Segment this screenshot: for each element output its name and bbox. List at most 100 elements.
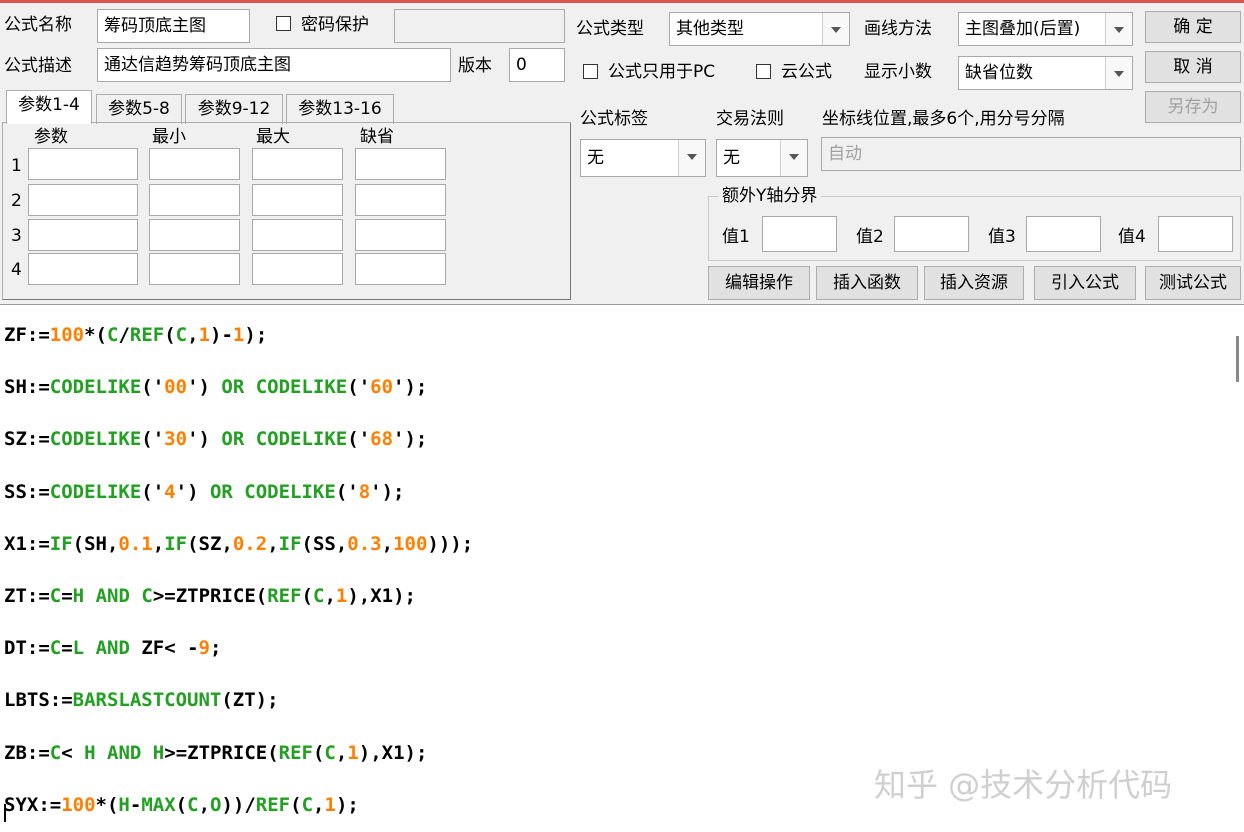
y-value-2-input[interactable] — [894, 216, 969, 252]
param-max-input[interactable] — [252, 219, 343, 251]
param-min-input[interactable] — [149, 253, 240, 285]
code-token: )- — [210, 324, 233, 346]
param-row-number: 1 — [11, 156, 22, 176]
test-formula-button[interactable]: 测试公式 — [1145, 266, 1241, 300]
code-token: REF — [267, 584, 302, 607]
tab-params-1-4[interactable]: 参数1-4 — [6, 90, 92, 124]
param-name-input[interactable] — [28, 148, 138, 180]
code-line[interactable]: SZ:=CODELIKE('30') OR CODELIKE('68'); — [4, 413, 473, 465]
chevron-down-icon[interactable] — [780, 140, 807, 176]
code-token: ZF:= — [4, 324, 50, 346]
code-line[interactable]: ZF:=100*(C/REF(C,1)-1); — [4, 309, 473, 361]
decimals-select[interactable]: 缺省位数 — [958, 56, 1133, 90]
code-token: C — [106, 324, 119, 346]
y-value-3-input[interactable] — [1026, 216, 1101, 252]
param-default-input[interactable] — [355, 253, 446, 285]
chevron-down-icon[interactable] — [1105, 13, 1132, 45]
y-value-1-input[interactable] — [762, 216, 837, 252]
password-checkbox[interactable] — [276, 16, 291, 31]
code-token: , — [187, 324, 199, 346]
password-input[interactable] — [394, 9, 565, 43]
code-token: (' — [141, 376, 165, 399]
code-line[interactable]: SYX:=100*(H-MAX(C,O))/REF(C,1); — [4, 779, 473, 831]
param-name-input[interactable] — [28, 219, 138, 251]
param-name-input[interactable] — [28, 184, 138, 216]
code-token: REF — [255, 793, 291, 816]
formula-tag-select[interactable]: 无 — [580, 139, 706, 177]
chevron-down-icon[interactable] — [1105, 57, 1132, 89]
code-token: IF — [164, 532, 188, 555]
y-value-4-input[interactable] — [1158, 216, 1233, 252]
code-content[interactable]: ZF:=100*(C/REF(C,1)-1); SH:=CODELIKE('00'… — [4, 309, 473, 831]
code-line[interactable]: ZT:=C=H AND C>=ZTPRICE(REF(C,1),X1); — [4, 570, 473, 622]
trade-rule-select[interactable]: 无 — [716, 139, 808, 177]
code-token: ),X1); — [347, 584, 416, 607]
code-token: C — [49, 637, 62, 660]
import-formula-button[interactable]: 引入公式 — [1034, 266, 1136, 300]
code-token: BARSLASTCOUNT — [72, 689, 222, 712]
edit-ops-button[interactable]: 编辑操作 — [708, 266, 810, 300]
param-min-input[interactable] — [149, 148, 240, 180]
tab-params-5-8[interactable]: 参数5-8 — [96, 94, 182, 124]
code-line[interactable]: SH:=CODELIKE('00') OR CODELIKE('60'); — [4, 361, 473, 413]
code-token: DT:= — [4, 637, 50, 660]
code-line[interactable]: SS:=CODELIKE('4') OR CODELIKE('8'); — [4, 466, 473, 518]
param-min-input[interactable] — [149, 219, 240, 251]
params-header-param: 参数 — [34, 127, 68, 147]
code-token: REF — [129, 324, 165, 346]
params-header-max: 最大 — [256, 127, 290, 147]
code-line[interactable]: ZB:=C< H AND H>=ZTPRICE(REF(C,1),X1); — [4, 727, 473, 779]
cancel-button[interactable]: 取 消 — [1145, 51, 1241, 83]
code-token: C — [49, 741, 62, 764]
code-token: SH:= — [4, 376, 50, 399]
code-token: C — [324, 741, 336, 764]
draw-method-value: 主图叠加(后置) — [965, 19, 1081, 39]
param-max-input[interactable] — [252, 253, 343, 285]
version-input[interactable]: 0 — [509, 48, 565, 82]
code-line[interactable]: LBTS:=BARSLASTCOUNT(ZT); — [4, 674, 473, 726]
editor-scrollbar[interactable] — [1236, 336, 1239, 382]
chevron-down-icon[interactable] — [678, 140, 705, 176]
code-token: ') — [175, 480, 210, 503]
formula-desc-input[interactable]: 通达信趋势筹码顶底主图 — [97, 48, 451, 82]
formula-desc-label: 公式描述 — [4, 56, 72, 76]
param-default-input[interactable] — [355, 219, 446, 251]
ok-button[interactable]: 确 定 — [1145, 11, 1241, 43]
insert-resource-button[interactable]: 插入资源 — [924, 266, 1024, 300]
formula-type-select[interactable]: 其他类型 — [669, 12, 850, 46]
param-max-input[interactable] — [252, 148, 343, 180]
tab-params-13-16[interactable]: 参数13-16 — [286, 94, 394, 124]
chevron-down-icon[interactable] — [822, 13, 849, 45]
code-token: '); — [370, 480, 405, 503]
code-token: 0.2 — [232, 532, 268, 555]
code-token: CODELIKE — [49, 428, 142, 451]
param-min-input[interactable] — [149, 184, 240, 216]
code-token: , — [335, 741, 348, 764]
code-token: LBTS:= — [4, 689, 73, 712]
param-default-input[interactable] — [355, 148, 446, 180]
decimals-label: 显示小数 — [864, 62, 932, 82]
code-editor[interactable]: ZF:=100*(C/REF(C,1)-1); SH:=CODELIKE('00'… — [0, 304, 1244, 832]
cloud-checkbox[interactable] — [756, 64, 771, 79]
code-token: (' — [347, 376, 371, 399]
code-line[interactable]: DT:=C=L AND ZF< -9; — [4, 622, 473, 674]
formula-name-input[interactable]: 筹码顶底主图 — [97, 9, 250, 43]
decimals-value: 缺省位数 — [965, 63, 1033, 83]
insert-function-button[interactable]: 插入函数 — [816, 266, 918, 300]
code-token: , — [198, 793, 211, 816]
param-name-input[interactable] — [28, 253, 138, 285]
code-token: , — [324, 584, 336, 607]
code-line[interactable]: X1:=IF(SH,0.1,IF(SZ,0.2,IF(SS,0.3,100)))… — [4, 518, 473, 570]
pc-only-checkbox[interactable] — [583, 64, 598, 79]
tab-params-9-12[interactable]: 参数9-12 — [185, 94, 283, 124]
draw-method-select[interactable]: 主图叠加(后置) — [958, 12, 1133, 46]
code-token: / — [118, 324, 130, 346]
param-max-input[interactable] — [252, 184, 343, 216]
code-token: 1 — [198, 324, 211, 346]
param-default-input[interactable] — [355, 184, 446, 216]
code-token: H — [72, 584, 85, 607]
axis-lines-input[interactable]: 自动 — [821, 137, 1241, 171]
extra-y-axis-title: 额外Y轴分界 — [718, 186, 822, 206]
save-as-button[interactable]: 另存为 — [1145, 91, 1241, 123]
